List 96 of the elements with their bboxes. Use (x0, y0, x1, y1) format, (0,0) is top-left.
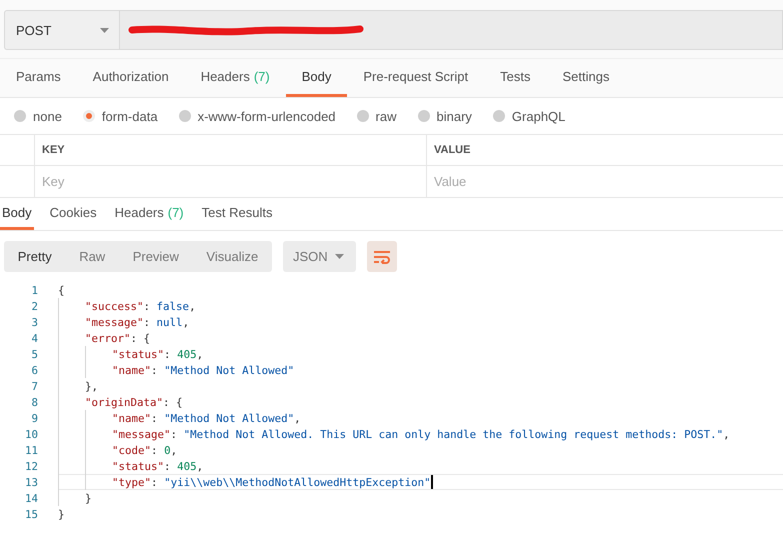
code-key: "error" (85, 332, 131, 344)
code-punctuation: , (182, 316, 190, 328)
wrap-button[interactable] (367, 241, 397, 272)
tab[interactable]: Test Results (200, 198, 274, 230)
radio-button[interactable] (418, 110, 430, 122)
code-punctuation: , (294, 412, 301, 424)
line-number: 2 (30, 300, 38, 312)
code-key: "status" (112, 460, 164, 472)
code-string: "Method Not Allowed" (164, 364, 294, 376)
code-punctuation: : { (163, 396, 183, 408)
code-punctuation: : (144, 316, 152, 328)
tab[interactable]: Headers (7) (184, 59, 286, 97)
code-punctuation: }, (85, 380, 98, 392)
code-key: "originData" (85, 396, 164, 408)
code-string: "yii\\web\\MethodNotAllowedHttpException" (164, 476, 431, 488)
line-number: 3 (30, 316, 38, 328)
radio-label[interactable]: x-www-form-urlencoded (198, 108, 336, 124)
code-punctuation: : (144, 300, 152, 312)
line-number: 12 (24, 460, 38, 472)
code-punctuation: , (196, 348, 204, 360)
tab[interactable]: Body (0, 198, 34, 230)
view-mode-button[interactable]: Preview (126, 249, 185, 264)
code-key: "name" (112, 412, 152, 424)
tab[interactable]: Pre-request Script (347, 59, 484, 97)
radio-label[interactable]: GraphQL (512, 108, 566, 124)
radio-button[interactable] (14, 110, 26, 122)
caret-icon (100, 28, 109, 32)
radio-label[interactable]: binary (436, 108, 472, 124)
code-key: "success" (85, 300, 144, 312)
code-key: "status" (112, 348, 164, 360)
code-key: "code" (112, 444, 152, 456)
radio-label[interactable]: none (33, 108, 62, 124)
wrap-lines-icon (374, 250, 390, 264)
key-field[interactable]: Key (35, 166, 426, 197)
code-key: "type" (112, 476, 152, 488)
view-mode-button[interactable]: Visualize (200, 249, 264, 264)
radio-button[interactable] (492, 110, 505, 122)
code-punctuation: : (151, 444, 159, 456)
code-punctuation: : { (130, 332, 150, 344)
code-punctuation: , (170, 444, 178, 456)
code-punctuation: , (196, 460, 204, 472)
tab[interactable]: Cookies (48, 198, 99, 230)
tab[interactable]: Tests (484, 59, 546, 97)
tab[interactable]: Body (286, 59, 348, 97)
tab[interactable]: Headers (7) (112, 198, 186, 230)
line-number: 5 (30, 348, 38, 360)
view-mode-button[interactable]: Pretty (12, 249, 58, 264)
radio-button[interactable] (356, 110, 369, 122)
code-punctuation: } (85, 492, 92, 504)
caret-icon (335, 254, 344, 259)
code-punctuation: : (151, 412, 159, 424)
code-punctuation: { (58, 284, 65, 296)
tab[interactable]: Params (0, 59, 77, 97)
line-number: 15 (24, 508, 38, 520)
code-punctuation: : (164, 460, 172, 472)
line-number: 11 (24, 444, 38, 456)
radio-button[interactable] (82, 110, 95, 122)
code-number: 405 (177, 460, 197, 472)
column-header: KEY (42, 144, 65, 156)
code-key: "name" (112, 364, 152, 376)
code-number: 0 (164, 444, 171, 456)
url-field[interactable] (119, 10, 783, 50)
line-number: 10 (24, 428, 38, 440)
column-header: VALUE (434, 144, 470, 156)
code-key: "message" (85, 316, 144, 328)
line-number: 14 (24, 492, 38, 504)
value-field[interactable]: Value (427, 166, 783, 197)
view-mode-button[interactable]: Raw (73, 249, 112, 264)
text-cursor (430, 475, 433, 489)
code-string: "Method Not Allowed" (164, 412, 294, 424)
code-string: "Method Not Allowed. This URL can only handle the following request methods: POST." (184, 428, 724, 440)
line-number: 9 (30, 412, 38, 424)
method-dropdown[interactable]: POST (4, 10, 119, 50)
format-dropdown[interactable]: JSON (283, 241, 356, 272)
code-keyword: false (156, 300, 190, 312)
code-punctuation: : (170, 428, 178, 440)
line-number: 13 (24, 476, 38, 488)
code-punctuation: , (189, 300, 196, 312)
radio-label[interactable]: form-data (102, 108, 158, 124)
line-number: 1 (30, 284, 38, 296)
line-number: 4 (30, 332, 38, 344)
code-punctuation: , (723, 428, 730, 440)
line-number: 8 (30, 396, 38, 408)
tab[interactable]: Authorization (76, 59, 185, 97)
code-punctuation: : (151, 364, 159, 376)
code-punctuation: : (151, 476, 159, 488)
code-number: 405 (177, 348, 197, 360)
code-punctuation: : (164, 348, 172, 360)
tab[interactable]: Settings (546, 59, 626, 97)
code-key: "message" (112, 428, 171, 440)
radio-label[interactable]: raw (376, 108, 396, 124)
code-punctuation: } (58, 508, 65, 520)
line-number: 6 (30, 364, 38, 376)
code-keyword: null (156, 316, 183, 328)
line-number: 7 (30, 380, 38, 392)
radio-button[interactable] (178, 110, 191, 122)
